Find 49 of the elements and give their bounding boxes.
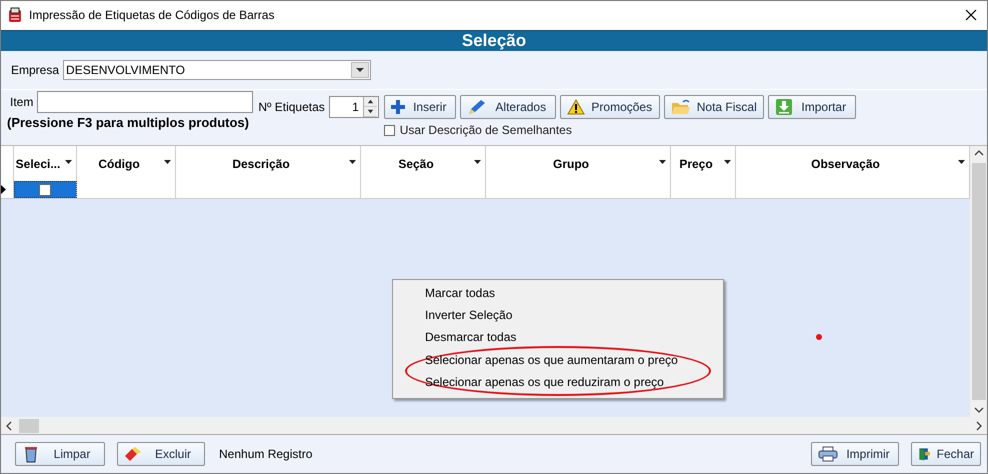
checkbox-label: Usar Descrição de Semelhantes [400, 123, 572, 137]
menu-item[interactable]: Marcar todas [393, 282, 723, 304]
quantity-spinner[interactable]: 1 [328, 96, 379, 118]
window-title: Impressão de Etiquetas de Códigos de Barras [29, 8, 276, 22]
folder-icon [670, 99, 691, 115]
changed-button[interactable]: Alterados [460, 95, 556, 119]
field-label: Empresa [11, 63, 60, 77]
item-field[interactable] [37, 91, 254, 113]
printer-icon [818, 446, 838, 462]
close-button[interactable]: Fechar [911, 442, 981, 466]
eraser-icon [124, 447, 142, 461]
menu-item[interactable]: Inverter Seleção [393, 304, 723, 326]
hint-text: (Pressione F3 para multiplos produtos) [7, 115, 250, 130]
scrollbar-thumb[interactable] [972, 163, 986, 400]
insert-button[interactable]: Inserir [384, 95, 456, 119]
clear-button[interactable]: Limpar [15, 442, 105, 466]
menu-item[interactable]: Selecionar apenas os que aumentaram o preço [407, 349, 709, 371]
close-icon[interactable] [965, 9, 977, 21]
company-dropdown[interactable]: DESENVOLVIMENTO [63, 60, 372, 80]
plus-icon [390, 100, 405, 114]
sort-caret-icon[interactable] [724, 160, 731, 164]
caret-icon [356, 68, 364, 72]
print-button[interactable]: Imprimir [811, 442, 899, 466]
scroll-right-icon[interactable] [975, 420, 983, 430]
import-button[interactable]: Importar [768, 95, 856, 119]
checkbox[interactable] [384, 124, 395, 136]
menu-item[interactable]: Desmarcar todas [393, 326, 723, 348]
field-label: Item [10, 95, 34, 109]
scrollbar-thumb[interactable] [19, 418, 39, 432]
pencil-icon [466, 99, 487, 115]
field-label: Nº Etiquetas [258, 100, 325, 114]
sort-caret-icon[interactable] [349, 160, 356, 164]
sort-caret-icon[interactable] [659, 160, 666, 164]
delete-button[interactable]: Excluir [117, 442, 205, 466]
sort-caret-icon[interactable] [65, 160, 72, 164]
sort-caret-icon[interactable] [958, 160, 965, 164]
menu-item[interactable]: Selecionar apenas os que reduziram o preço [407, 371, 709, 393]
sort-caret-icon[interactable] [474, 160, 481, 164]
section-header: Seleção [1, 30, 987, 51]
app-icon [7, 7, 23, 23]
bin-icon [22, 445, 40, 463]
row-checkbox[interactable] [39, 184, 51, 196]
scroll-left-icon[interactable] [5, 420, 13, 430]
download-icon [774, 98, 793, 116]
promotions-button[interactable]: Promoções [560, 95, 660, 119]
sort-caret-icon[interactable] [164, 160, 171, 164]
status-text: Nenhum Registro [219, 447, 314, 461]
invoice-button[interactable]: Nota Fiscal [664, 95, 764, 119]
warning-icon [566, 99, 585, 115]
